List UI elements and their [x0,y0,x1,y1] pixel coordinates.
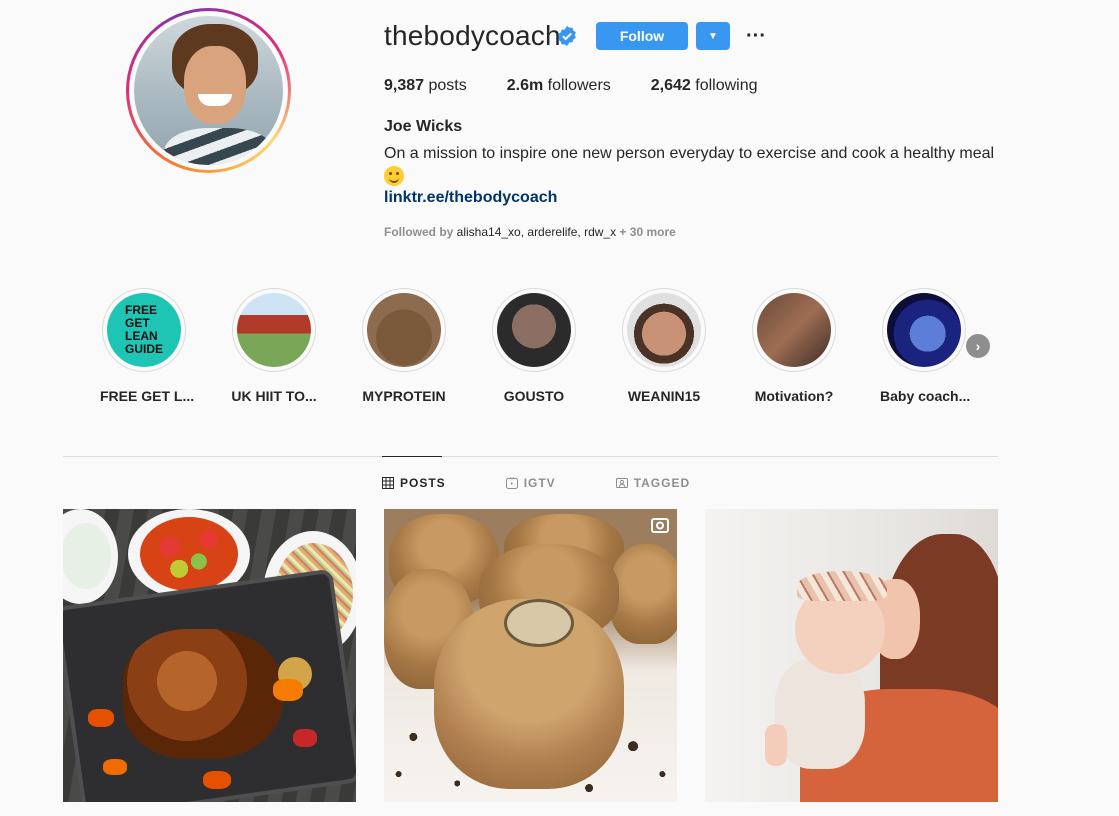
tab-tagged[interactable]: TAGGED [615,476,691,490]
highlight-item[interactable]: Baby coach... [880,288,971,404]
profile-avatar[interactable] [126,8,291,173]
video-post-icon [651,518,669,533]
highlight-item[interactable]: MYPROTEIN [360,288,448,404]
igtv-icon [505,477,518,489]
follow-button[interactable]: Follow [596,22,688,50]
highlight-item[interactable]: Motivation? [750,288,838,404]
highlight-item[interactable]: UK HIIT TO... [230,288,318,404]
tab-igtv[interactable]: IGTV [505,476,556,490]
tagged-icon [615,478,628,488]
post-thumbnail[interactable] [384,509,677,802]
followed-by-prefix: Followed by [384,225,457,239]
highlight-label: MYPROTEIN [362,388,446,404]
highlight-item[interactable]: GOUSTO [490,288,578,404]
highlight-cover [367,293,441,367]
followers-count: 2.6m [506,77,544,94]
follow-dropdown-button[interactable]: ▼ [696,22,730,50]
followed-by-more: + 30 more [616,225,676,239]
highlight-label: UK HIIT TO... [231,388,317,404]
posts-count: 9,387 [384,77,425,94]
highlight-cover [497,293,571,367]
followers-stat[interactable]: 2.6m followers [507,77,611,95]
tab-posts[interactable]: POSTS [382,476,446,490]
more-options-button[interactable]: ··· [744,22,768,50]
avatar-photo [134,16,283,165]
posts-label: posts [424,77,467,94]
profile-stats: 9,387 posts 2.6m followers 2,642 followi… [384,77,798,95]
highlight-cover: FREE GET LEAN GUIDE [107,293,181,367]
highlights-next-icon[interactable]: › [966,334,990,358]
verified-badge-icon [558,26,576,46]
following-count: 2,642 [650,77,691,94]
tab-igtv-label: IGTV [523,476,556,490]
post-thumbnail[interactable] [705,509,998,802]
highlight-item[interactable]: WEANIN15 [620,288,708,404]
highlight-item[interactable]: FREE GET LEAN GUIDE FREE GET L... [100,288,195,404]
tab-posts-label: POSTS [400,476,446,490]
highlight-label: GOUSTO [503,388,565,404]
highlight-label: WEANIN15 [627,388,701,404]
grid-icon [382,477,394,489]
post-thumbnail[interactable] [63,509,356,802]
followed-by-names: alisha14_xo, arderelife, rdw_x [456,225,617,239]
highlight-cover [757,293,831,367]
highlight-label: FREE GET L... [100,388,195,404]
profile-username: thebodycoach [384,20,561,51]
highlight-label: Baby coach... [880,388,971,404]
highlight-cover [237,293,311,367]
highlight-cover [627,293,701,367]
tabs-divider [63,456,998,457]
highlight-label: Motivation? [754,388,834,404]
highlight-cover [887,293,961,367]
profile-bio: On a mission to inspire one new person e… [384,142,1004,191]
profile-website-link[interactable]: linktr.ee/thebodycoach [384,189,557,207]
active-tab-indicator [382,456,442,457]
followers-label: followers [543,77,611,94]
posts-stat: 9,387 posts [384,77,467,95]
tab-tagged-label: TAGGED [633,476,691,490]
smiling-emoji-icon [384,166,404,186]
profile-full-name: Joe Wicks [384,118,463,135]
profile-tabs: POSTS IGTV TAGGED [382,476,750,490]
bio-text: On a mission to inspire one new person e… [384,145,995,162]
highlight-cover-text: FREE GET LEAN GUIDE [124,303,163,356]
following-stat[interactable]: 2,642 following [651,77,758,95]
story-highlights: FREE GET LEAN GUIDE FREE GET L... UK HIIT T… [100,288,1010,404]
following-label: following [690,77,758,94]
followed-by[interactable]: Followed by alisha14_xo, arderelife, rdw… [384,225,676,239]
